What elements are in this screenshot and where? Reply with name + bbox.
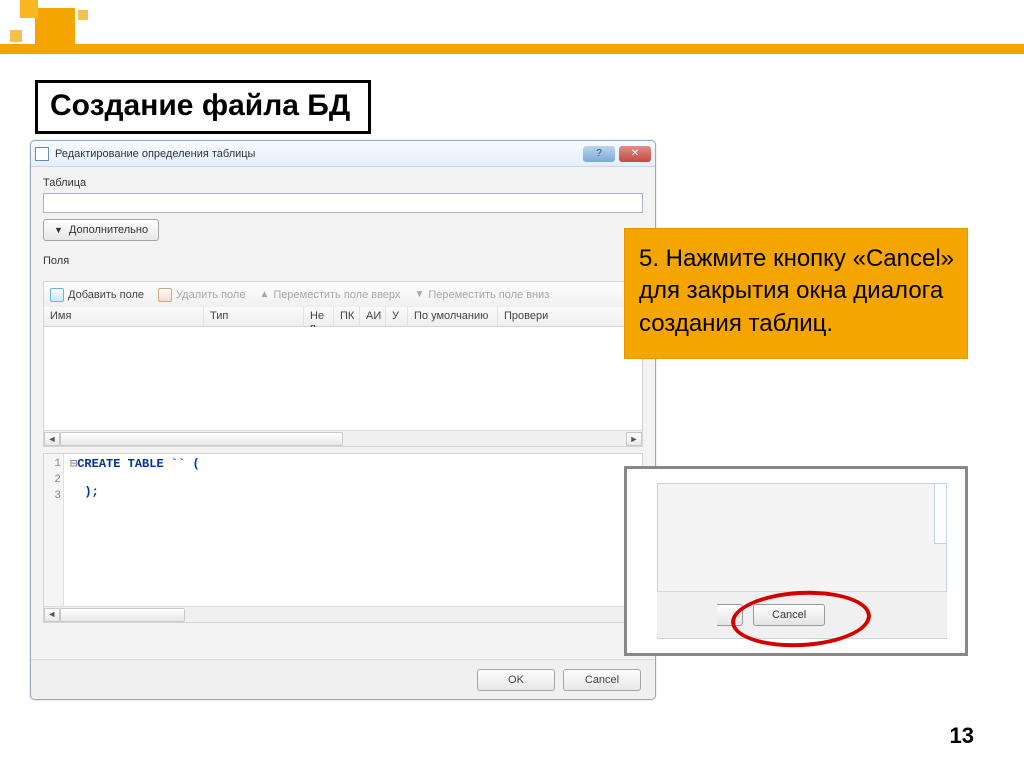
col-check[interactable]: Провери: [498, 307, 642, 326]
chevron-down-icon: ▼: [54, 225, 63, 235]
arrow-up-icon: ▲: [259, 289, 269, 300]
dialog-titlebar: Редактирование определения таблицы ? ✕: [31, 141, 655, 167]
fields-grid-header: Имя Тип Не п ПК АИ У По умолчанию Провер…: [43, 307, 643, 327]
scroll-left-icon[interactable]: ◄: [44, 432, 60, 446]
grid-horizontal-scrollbar[interactable]: ◄ ►: [44, 430, 642, 446]
advanced-button-label: Дополнительно: [69, 224, 148, 236]
arrow-down-icon: ▼: [414, 289, 424, 300]
sql-text: ⊟CREATE TABLE `` ( );: [66, 454, 642, 606]
table-name-input[interactable]: [43, 193, 643, 213]
zoom-window-edge: [934, 484, 946, 544]
col-notnull[interactable]: Не п: [304, 307, 334, 326]
fields-section-label: Поля: [43, 255, 643, 267]
add-field-icon: [50, 288, 64, 302]
top-accent-bar: [0, 44, 1024, 54]
move-down-button[interactable]: ▼ Переместить поле вниз: [414, 289, 549, 301]
col-name[interactable]: Имя: [44, 307, 204, 326]
slide-title: Создание файла БД: [35, 80, 371, 134]
sql-horizontal-scrollbar[interactable]: ◄ ►: [44, 606, 642, 622]
scroll-left-icon[interactable]: ◄: [44, 608, 60, 622]
col-pk[interactable]: ПК: [334, 307, 360, 326]
scroll-right-icon[interactable]: ►: [626, 432, 642, 446]
window-app-icon: [35, 147, 49, 161]
cancel-button[interactable]: Cancel: [563, 669, 641, 691]
add-field-button[interactable]: Добавить поле: [50, 288, 144, 302]
col-ai[interactable]: АИ: [360, 307, 386, 326]
fields-toolbar: Добавить поле Удалить поле ▲ Переместить…: [43, 281, 643, 307]
close-button[interactable]: ✕: [619, 146, 651, 162]
sql-preview[interactable]: 123 ⊟CREATE TABLE `` ( ); ◄ ►: [43, 453, 643, 623]
dialog-footer: OK Cancel: [31, 659, 655, 699]
help-button[interactable]: ?: [583, 146, 615, 162]
delete-field-button[interactable]: Удалить поле: [158, 288, 245, 302]
col-type[interactable]: Тип: [204, 307, 304, 326]
page-number: 13: [950, 723, 974, 749]
fields-grid-body[interactable]: ◄ ►: [43, 327, 643, 447]
ok-button[interactable]: OK: [477, 669, 555, 691]
dialog-title-text: Редактирование определения таблицы: [55, 148, 255, 160]
col-default[interactable]: По умолчанию: [408, 307, 498, 326]
advanced-button[interactable]: ▼ Дополнительно: [43, 219, 159, 241]
instruction-callout: 5. Нажмите кнопку «Cancel» для закрытия …: [624, 228, 968, 359]
delete-field-icon: [158, 288, 172, 302]
move-up-button[interactable]: ▲ Переместить поле вверх: [259, 289, 400, 301]
zoom-inset: Cancel: [624, 466, 968, 656]
sql-line-gutter: 123: [44, 454, 64, 606]
table-section-label: Таблица: [43, 177, 643, 189]
col-u[interactable]: У: [386, 307, 408, 326]
table-editor-dialog: Редактирование определения таблицы ? ✕ Т…: [30, 140, 656, 700]
